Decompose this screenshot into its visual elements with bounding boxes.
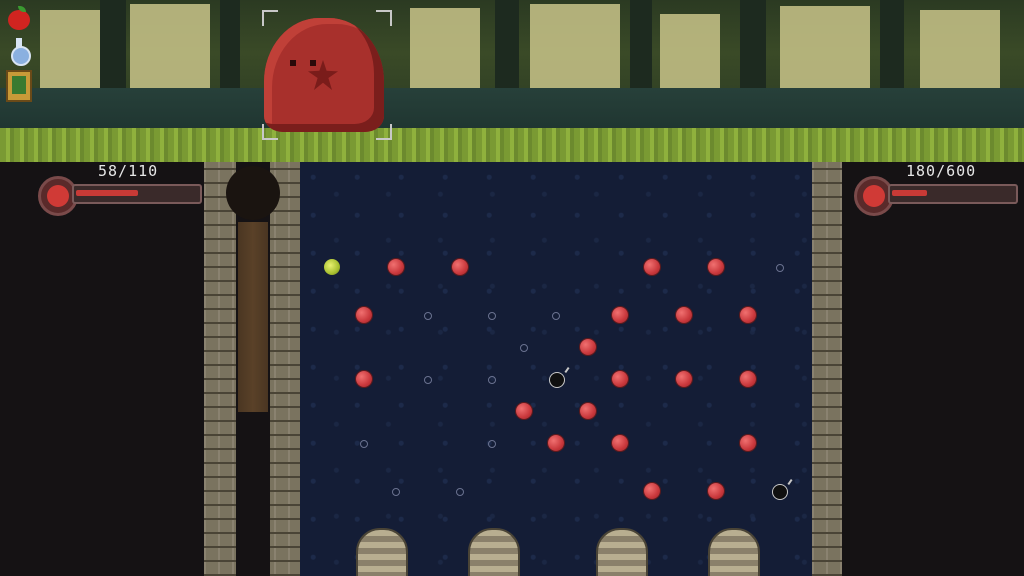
player-hp-fill xyxy=(76,190,138,196)
left-panel xyxy=(0,162,206,576)
spent-peg xyxy=(360,440,368,448)
red-peg xyxy=(676,371,692,387)
red-peg xyxy=(676,307,692,323)
bucket-bumper xyxy=(708,528,760,576)
right-stone-wall xyxy=(812,162,842,576)
chute-opening xyxy=(226,166,280,220)
red-peg xyxy=(708,259,724,275)
enemy-hp-text: 180/600 xyxy=(906,162,977,180)
grass-ledge xyxy=(0,128,1024,166)
chute-queue xyxy=(238,222,268,412)
potion-icon[interactable] xyxy=(6,38,32,66)
spent-peg xyxy=(776,264,784,272)
bomb-peg xyxy=(549,372,565,388)
right-panel xyxy=(840,162,1024,576)
player-hp-bar xyxy=(72,184,202,204)
enemy-hp-bar xyxy=(888,184,1018,204)
orb-ball[interactable] xyxy=(324,259,340,275)
spent-peg xyxy=(488,376,496,384)
game-screen: 58/110 180/600 xyxy=(0,0,1024,576)
red-peg xyxy=(548,435,564,451)
spent-peg xyxy=(456,488,464,496)
red-peg xyxy=(740,435,756,451)
spent-peg xyxy=(552,312,560,320)
spent-peg xyxy=(488,312,496,320)
slime-eye xyxy=(290,60,296,66)
red-peg xyxy=(612,371,628,387)
red-peg xyxy=(580,339,596,355)
bucket-bumper xyxy=(356,528,408,576)
slime-eye xyxy=(310,60,316,66)
red-peg xyxy=(740,307,756,323)
spellbook-icon[interactable] xyxy=(6,70,32,102)
apple-icon[interactable] xyxy=(6,6,32,32)
player-hp-text: 58/110 xyxy=(98,162,159,180)
enemy-hp-fill xyxy=(892,190,927,196)
peg-board[interactable] xyxy=(300,162,812,576)
spent-peg xyxy=(520,344,528,352)
bucket-bumper xyxy=(596,528,648,576)
red-peg xyxy=(388,259,404,275)
red-peg xyxy=(612,307,628,323)
target-bracket xyxy=(376,10,392,26)
red-peg xyxy=(708,483,724,499)
red-peg xyxy=(580,403,596,419)
spent-peg xyxy=(424,376,432,384)
red-peg xyxy=(612,435,628,451)
bucket-bumper xyxy=(468,528,520,576)
red-peg xyxy=(356,307,372,323)
spent-peg xyxy=(488,440,496,448)
target-bracket xyxy=(262,10,278,26)
red-peg xyxy=(740,371,756,387)
slime-enemy[interactable] xyxy=(264,18,384,132)
spent-peg xyxy=(424,312,432,320)
red-peg xyxy=(644,259,660,275)
red-peg xyxy=(452,259,468,275)
spent-peg xyxy=(392,488,400,496)
bomb-peg xyxy=(772,484,788,500)
forest-background xyxy=(0,0,1024,132)
red-peg xyxy=(516,403,532,419)
red-peg xyxy=(356,371,372,387)
red-peg xyxy=(644,483,660,499)
